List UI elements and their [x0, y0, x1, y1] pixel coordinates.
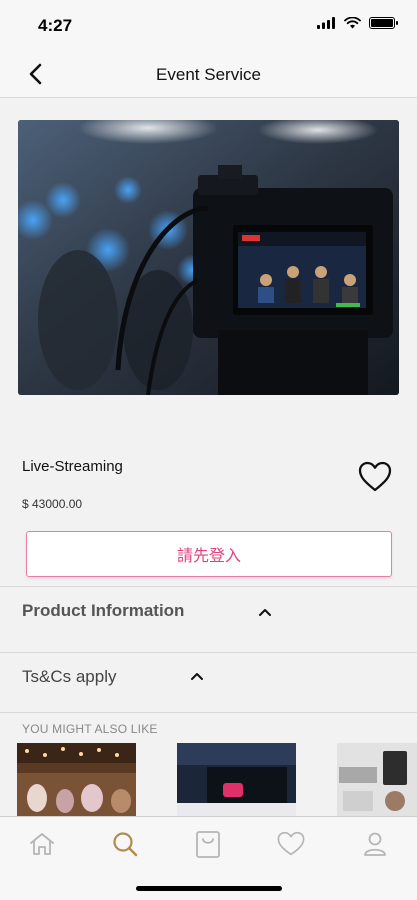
product-image: [18, 120, 399, 395]
signal-icon: [317, 17, 335, 29]
recommendations-heading: YOU MIGHT ALSO LIKE: [22, 722, 158, 736]
terms-title: Ts&Cs apply: [22, 667, 117, 686]
heart-outline-icon: [358, 461, 392, 491]
favorite-button[interactable]: [356, 458, 394, 494]
home-indicator: [136, 886, 282, 891]
status-time: 4:27: [38, 16, 73, 35]
product-information-title: Product Information: [22, 601, 185, 620]
search-icon: [113, 832, 138, 857]
chevron-up-icon: [191, 673, 203, 680]
chevron-up-icon: [259, 609, 271, 616]
tab-search[interactable]: [110, 829, 140, 859]
bag-icon: [196, 831, 220, 858]
product-information-section[interactable]: Product Information: [0, 586, 417, 652]
tab-profile[interactable]: [360, 829, 390, 859]
login-button[interactable]: 請先登入: [26, 531, 392, 577]
tab-home[interactable]: [27, 829, 57, 859]
status-bar: 4:27: [0, 0, 417, 50]
tab-bar: [0, 816, 417, 900]
product-price: $ 43000.00: [22, 497, 83, 511]
nav-bar: Event Service: [0, 50, 417, 98]
heart-icon: [277, 831, 305, 856]
product-name: Live-Streaming: [22, 458, 123, 475]
tab-wishlist[interactable]: [276, 829, 306, 859]
wifi-icon: [344, 17, 361, 29]
recommendation-card[interactable]: [177, 743, 296, 816]
battery-icon: [369, 17, 398, 29]
tab-cart[interactable]: [193, 829, 223, 859]
user-icon: [364, 832, 386, 856]
page-title: Event Service: [156, 65, 261, 84]
status-icons: [317, 17, 398, 29]
terms-section[interactable]: Ts&Cs apply: [0, 652, 417, 712]
product-detail: Live-Streaming $ 43000.00 請先登入 Product I…: [0, 98, 417, 816]
recommendation-card[interactable]: [337, 743, 417, 816]
home-icon: [30, 833, 54, 855]
recommendation-card[interactable]: [17, 743, 136, 816]
divider: [0, 712, 417, 713]
